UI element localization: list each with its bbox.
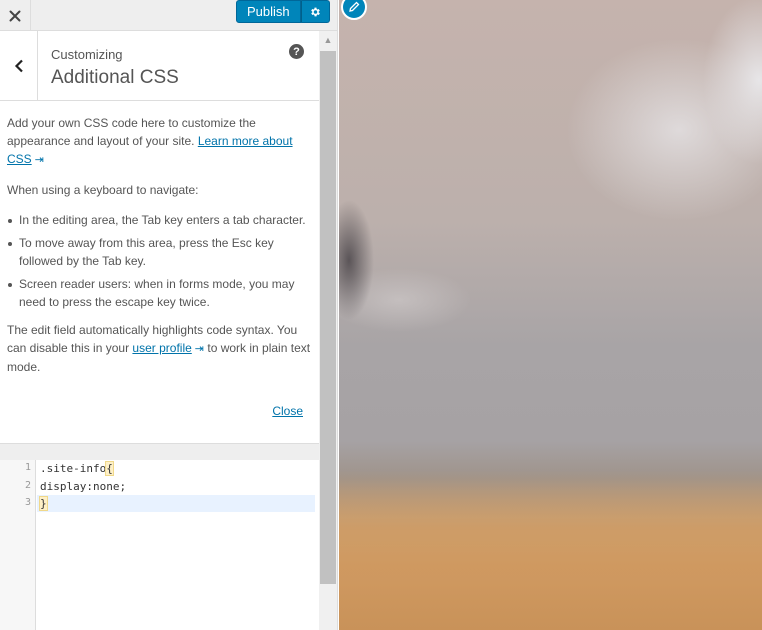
publish-group: Publish xyxy=(236,0,330,23)
intro-paragraph: Add your own CSS code here to customize … xyxy=(7,114,312,169)
keyboard-tips-list: In the editing area, the Tab key enters … xyxy=(7,211,312,311)
editor-top-padding xyxy=(0,444,319,460)
close-customizer-button[interactable] xyxy=(0,0,31,31)
line-number: 3 xyxy=(24,497,31,508)
section-title: Additional CSS xyxy=(51,67,179,88)
line-number: 2 xyxy=(24,480,31,491)
site-preview[interactable] xyxy=(339,0,762,630)
scroll-up-arrow-icon[interactable]: ▲ xyxy=(319,31,337,49)
pencil-icon xyxy=(349,1,360,12)
open-brace: { xyxy=(105,461,114,476)
preview-image-detail xyxy=(339,200,379,330)
close-description-link[interactable]: Close xyxy=(272,402,303,420)
external-link-icon: ⇥ xyxy=(194,343,205,355)
preview-image-detail xyxy=(339,470,762,630)
line-number: 1 xyxy=(24,462,31,473)
section-header: Customizing Additional CSS ? xyxy=(0,31,319,101)
section-description: Add your own CSS code here to customize … xyxy=(0,101,319,443)
close-icon xyxy=(9,10,21,21)
css-property: display xyxy=(40,480,87,493)
user-profile-link[interactable]: user profile xyxy=(132,341,191,355)
list-item: Screen reader users: when in forms mode,… xyxy=(7,275,312,311)
back-button[interactable] xyxy=(0,31,38,101)
code-line[interactable]: .site-info{ xyxy=(40,461,114,476)
publish-settings-button[interactable] xyxy=(300,0,330,23)
keyboard-heading: When using a keyboard to navigate: xyxy=(7,183,199,197)
list-item: In the editing area, the Tab key enters … xyxy=(7,211,312,229)
customizing-label: Customizing xyxy=(51,47,123,62)
chevron-left-icon xyxy=(14,59,23,73)
code-line[interactable]: display:none; xyxy=(40,480,126,493)
css-value: none xyxy=(92,480,120,493)
help-icon[interactable]: ? xyxy=(289,44,304,59)
code-line[interactable]: } xyxy=(39,496,48,511)
scrollbar-thumb[interactable] xyxy=(320,51,336,584)
publish-button[interactable]: Publish xyxy=(236,0,301,23)
sidebar-scrollbar[interactable]: ▲ xyxy=(319,31,337,630)
css-selector: .site-info xyxy=(40,462,107,475)
customizer-sidebar: Publish Customizing Additional CSS ? Add… xyxy=(0,0,338,630)
syntax-paragraph: The edit field automatically highlights … xyxy=(7,323,311,374)
list-item: To move away from this area, press the E… xyxy=(7,234,312,270)
customizer-header: Publish xyxy=(0,0,337,31)
active-line-highlight xyxy=(37,495,315,512)
external-link-icon: ⇥ xyxy=(34,154,44,166)
gear-icon xyxy=(311,7,320,16)
close-brace: } xyxy=(39,496,48,511)
